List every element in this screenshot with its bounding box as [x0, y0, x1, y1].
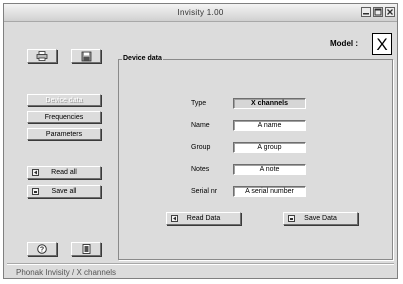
- read-data-button[interactable]: Read Data: [166, 212, 241, 225]
- exit-door-icon: [82, 244, 90, 254]
- save-data-button[interactable]: Save Data: [283, 212, 358, 225]
- read-icon: [171, 215, 178, 222]
- save-icon: [288, 215, 295, 222]
- device-data-group: Device data Type X channels Name A name …: [118, 55, 393, 260]
- minimize-icon: [363, 13, 369, 15]
- group-field[interactable]: A group: [233, 142, 306, 153]
- serial-nr-field[interactable]: A serial number: [233, 186, 306, 197]
- maximize-icon: [374, 8, 382, 16]
- help-icon: ?: [37, 244, 47, 254]
- name-field[interactable]: A name: [233, 120, 306, 131]
- save-file-button[interactable]: [71, 49, 101, 63]
- save-data-label: Save Data: [304, 215, 337, 222]
- save-all-button[interactable]: Save all: [27, 185, 101, 198]
- print-button[interactable]: [27, 49, 57, 63]
- name-label: Name: [191, 122, 210, 129]
- save-icon: [32, 188, 39, 195]
- maximize-button[interactable]: [373, 7, 383, 17]
- nav-frequencies-label: Frequencies: [44, 113, 84, 121]
- device-data-group-label: Device data: [122, 55, 163, 62]
- nav-parameters-label: Parameters: [45, 130, 83, 138]
- help-button[interactable]: ?: [27, 242, 57, 256]
- window-title: Invisity 1.00: [177, 8, 224, 17]
- close-icon: [387, 9, 393, 15]
- minimize-button[interactable]: [361, 7, 371, 17]
- read-icon: [32, 169, 39, 176]
- floppy-disk-icon: [81, 51, 91, 61]
- type-field: X channels: [233, 98, 306, 109]
- serial-nr-label: Serial nr: [191, 188, 218, 195]
- nav-frequencies-button[interactable]: Frequencies: [27, 111, 101, 123]
- close-button[interactable]: [385, 7, 395, 17]
- status-separator: [7, 263, 394, 265]
- nav-device-data-button[interactable]: Device data: [27, 94, 101, 106]
- read-data-label: Read Data: [186, 215, 221, 222]
- notes-label: Notes: [191, 166, 210, 173]
- exit-button[interactable]: [71, 242, 101, 256]
- status-bar-text: Phonak Invisity / X channels: [16, 268, 117, 277]
- group-label: Group: [191, 144, 211, 151]
- type-label: Type: [191, 100, 207, 107]
- title-bar[interactable]: Invisity 1.00: [4, 4, 397, 22]
- nav-device-data-label: Device data: [45, 96, 83, 104]
- save-all-label: Save all: [51, 188, 77, 195]
- printer-icon: [36, 51, 48, 61]
- svg-text:?: ?: [40, 247, 44, 254]
- nav-parameters-button[interactable]: Parameters: [27, 128, 101, 140]
- app-window: Invisity 1.00 Model : X Device data Freq…: [3, 3, 398, 279]
- model-label: Model :: [330, 39, 358, 48]
- model-value: X: [372, 33, 392, 55]
- read-all-button[interactable]: Read all: [27, 166, 101, 179]
- notes-field[interactable]: A note: [233, 164, 306, 175]
- read-all-label: Read all: [51, 169, 77, 176]
